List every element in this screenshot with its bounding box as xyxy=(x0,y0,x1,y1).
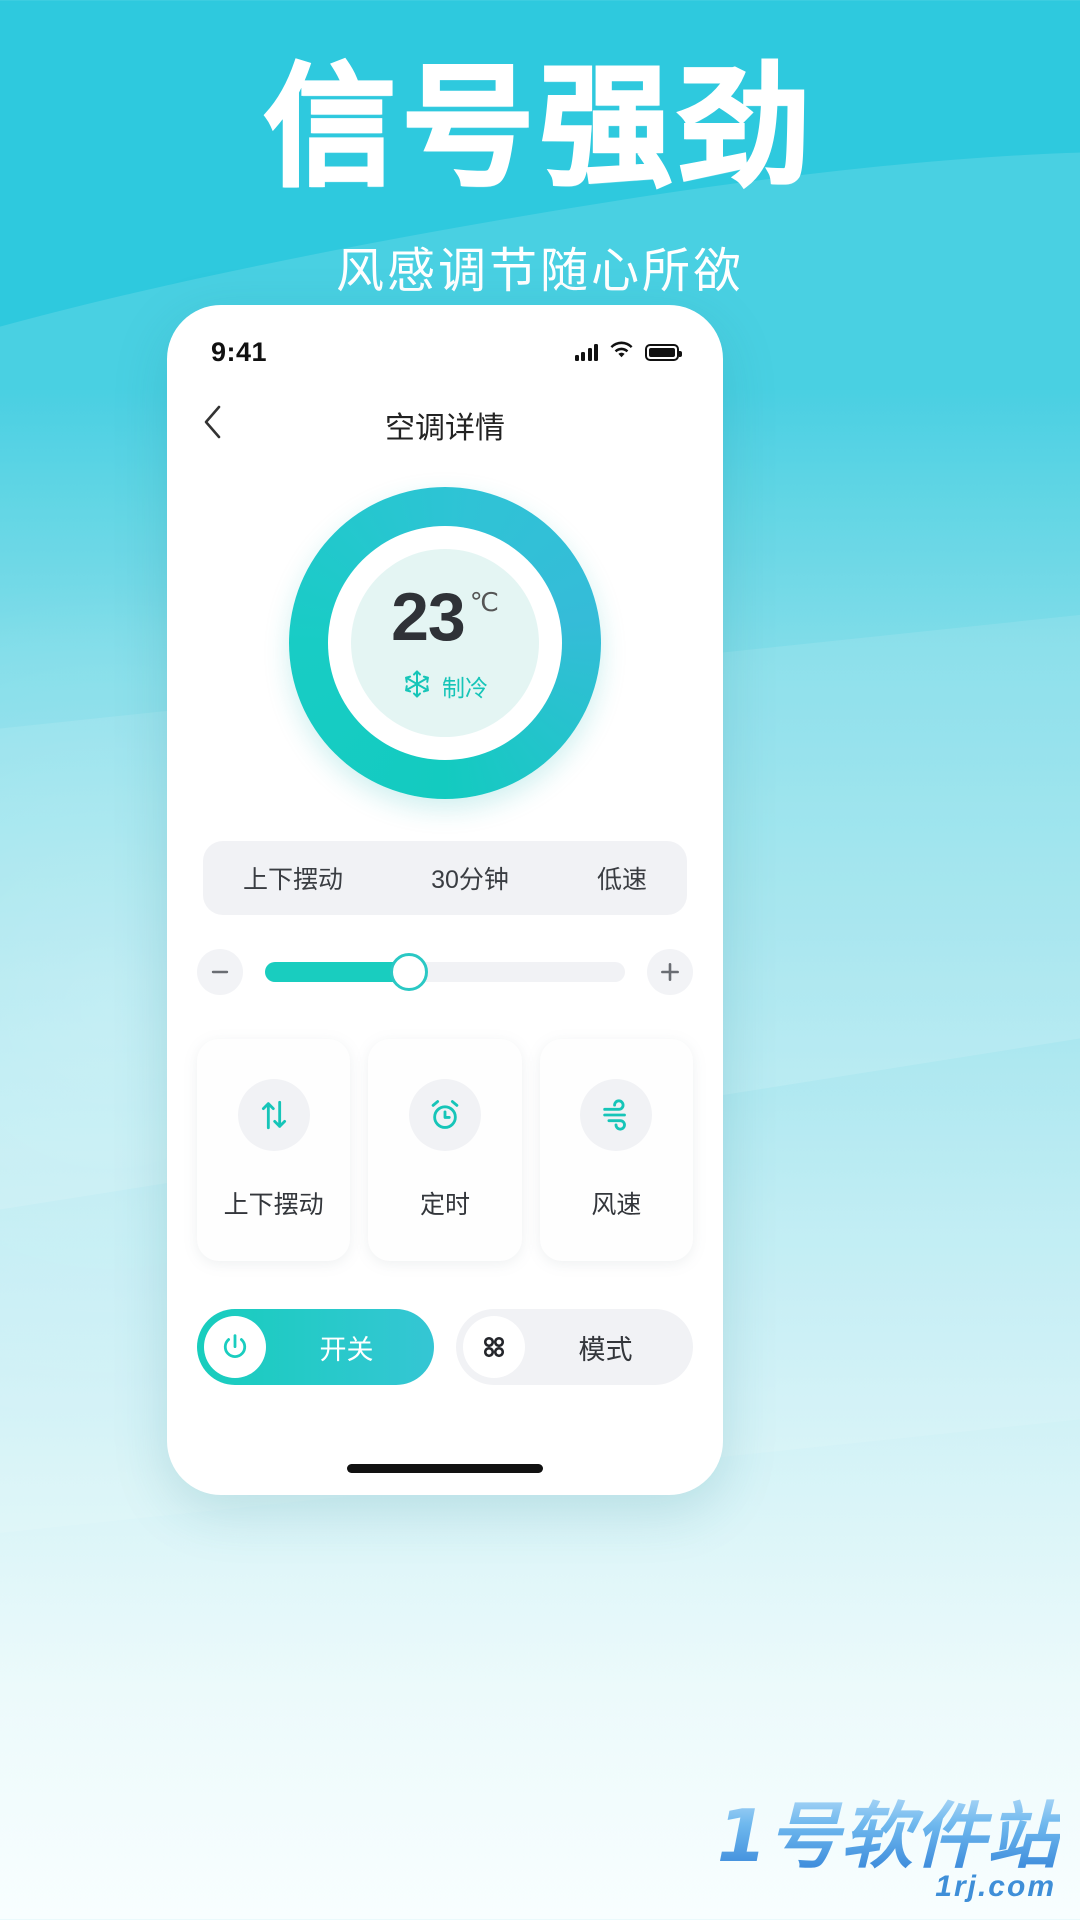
card-swing[interactable]: 上下摆动 xyxy=(197,1039,351,1261)
plus-icon xyxy=(661,963,679,981)
temperature-unit: ℃ xyxy=(469,586,499,617)
dial-core: 23 ℃ 制冷 xyxy=(351,549,539,737)
card-timer[interactable]: 定时 xyxy=(368,1039,522,1261)
increase-button[interactable] xyxy=(647,949,693,995)
slider-thumb[interactable] xyxy=(390,953,428,991)
status-timer: 30分钟 xyxy=(431,866,509,894)
temperature-dial-wrap: 23 ℃ 制冷 xyxy=(167,487,723,799)
watermark-name: 1号软件站 xyxy=(717,1777,1060,1882)
home-indicator xyxy=(347,1464,543,1473)
card-label: 上下摆动 xyxy=(223,1191,324,1219)
slider-track[interactable] xyxy=(265,953,625,991)
mode-indicator: 制冷 xyxy=(402,669,488,704)
dial-inner-ring: 23 ℃ 制冷 xyxy=(328,526,562,760)
power-label: 开关 xyxy=(319,1334,374,1365)
wind-icon xyxy=(580,1079,653,1151)
status-bar: 9:41 xyxy=(167,305,723,383)
phone-mockup: 9:41 空调详情 23 ℃ 制冷 上下摆动 30分钟 低速 上下摆动 定时 风… xyxy=(167,305,723,1495)
mode-knob xyxy=(463,1316,525,1378)
watermark: 1号软件站 1rj.com xyxy=(717,1777,1060,1904)
status-swing: 上下摆动 xyxy=(243,866,344,894)
back-button[interactable] xyxy=(203,404,223,447)
mode-button[interactable]: 模式 xyxy=(456,1309,693,1385)
slider-fill xyxy=(265,962,409,982)
mode-label: 制冷 xyxy=(442,675,488,701)
chevron-left-icon xyxy=(204,405,221,438)
decrease-button[interactable] xyxy=(197,949,243,995)
card-fan-speed[interactable]: 风速 xyxy=(539,1039,693,1261)
page-title: 空调详情 xyxy=(385,412,505,445)
grid-dots-icon xyxy=(483,1336,505,1358)
power-knob xyxy=(204,1316,266,1378)
card-label: 定时 xyxy=(419,1191,470,1219)
alarm-clock-icon xyxy=(408,1079,481,1151)
hero-subtitle: 风感调节随心所欲 xyxy=(335,245,744,299)
up-down-arrows-icon xyxy=(237,1079,310,1151)
status-summary-pill: 上下摆动 30分钟 低速 xyxy=(203,841,687,915)
action-buttons: 开关 模式 xyxy=(197,1309,693,1385)
mode-label-btn: 模式 xyxy=(578,1334,633,1365)
cellular-signal-icon xyxy=(574,343,598,361)
power-toggle-button[interactable]: 开关 xyxy=(197,1309,434,1385)
hero-banner: 信号强劲 风感调节随心所欲 xyxy=(0,0,1080,301)
temperature-value: 23 xyxy=(391,578,466,655)
temperature-readout: 23 ℃ xyxy=(391,583,499,651)
temperature-dial[interactable]: 23 ℃ 制冷 xyxy=(289,487,601,799)
minus-icon xyxy=(211,970,229,974)
wifi-icon xyxy=(609,341,634,364)
status-icons xyxy=(574,341,682,364)
hero-title: 信号强劲 xyxy=(263,50,816,206)
card-label: 风速 xyxy=(591,1191,642,1219)
status-fan-speed: 低速 xyxy=(596,866,647,894)
battery-full-icon xyxy=(645,343,682,361)
status-time: 9:41 xyxy=(211,336,268,367)
power-icon xyxy=(223,1334,247,1358)
function-cards: 上下摆动 定时 风速 xyxy=(197,1039,693,1261)
temperature-slider-row xyxy=(197,949,693,995)
snowflake-icon xyxy=(402,669,432,704)
nav-bar: 空调详情 xyxy=(167,383,723,467)
